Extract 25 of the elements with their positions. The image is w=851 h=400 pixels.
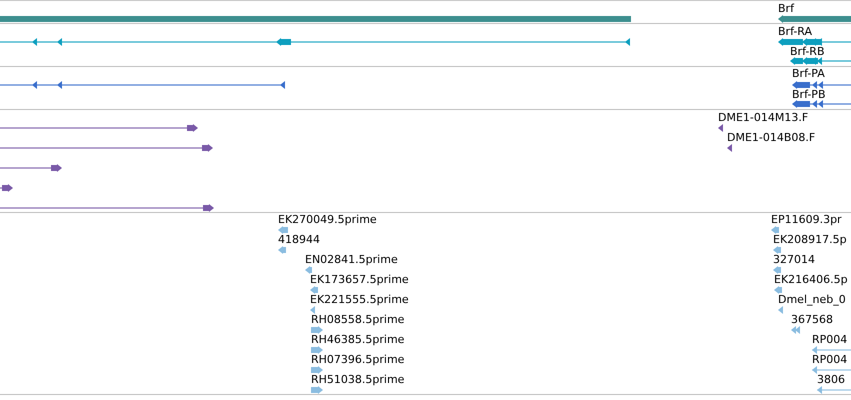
feature-label: EK173657.5prime [310,274,409,286]
feature-label: Dmel_neb_0 [778,294,846,306]
feature-label: 418944 [278,234,320,246]
feature-label: RH46385.5prime [311,334,404,346]
feature-label: DME1-014M13.F [718,112,808,124]
feature-label: EK208917.5p [773,234,847,246]
feature-label: EK216406.5p [774,274,848,286]
feature-label: RH07396.5prime [311,354,404,366]
feature-label: 367568 [791,314,833,326]
feature-label: Brf-PA [792,68,825,80]
feature-label: RP004 [812,334,848,346]
feature-label: EN02841.5prime [305,254,398,266]
feature-label: RP004 [812,354,848,366]
feature-label: RH51038.5prime [311,374,404,386]
feature-label: DME1-014B08.F [727,132,816,144]
feature-label: Brf-PB [792,89,826,101]
feature-label: EP11609.3pr [771,214,842,226]
feature-label: EK221555.5prime [310,294,409,306]
feature-label: 3806 [817,374,845,386]
feature-label: Brf-RB [790,46,824,58]
feature-label: Brf-RA [778,26,812,38]
feature-label: 327014 [773,254,815,266]
feature-label: EK270049.5prime [278,214,377,226]
feature-label: Brf [778,3,794,15]
feature-label: RH08558.5prime [311,314,404,326]
